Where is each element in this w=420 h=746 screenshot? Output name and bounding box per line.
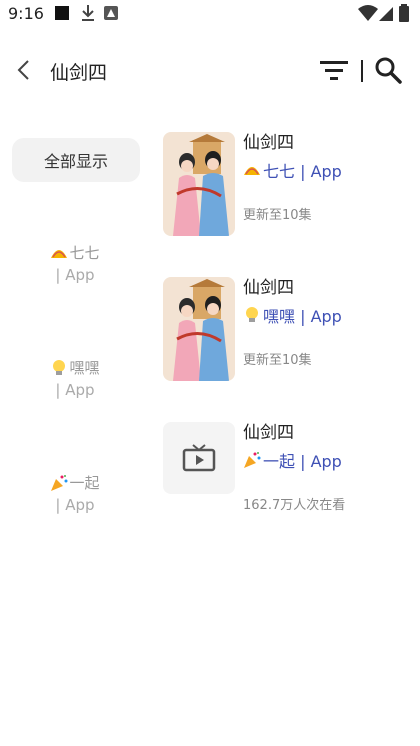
result-title: 仙剑四 [243, 278, 294, 298]
status-time: 9:16 [8, 4, 44, 23]
source-name: 七七 [69, 244, 100, 262]
wifi-icon [358, 5, 378, 21]
show-all-chip[interactable]: 全部显示 [12, 138, 140, 182]
filter-icon [320, 61, 348, 80]
back-button[interactable] [10, 56, 38, 84]
toolbar-divider [361, 60, 363, 82]
bulb-emoji [246, 307, 258, 322]
tv-placeholder-icon [182, 444, 216, 472]
result-card[interactable]: 仙剑四 一起 | App 162.7万人次在看 [163, 422, 413, 526]
result-card[interactable]: 仙剑四 七七 | App 更新至10集 [163, 132, 413, 236]
drama-poster [163, 277, 235, 381]
result-source-text: 一起 | App [263, 452, 342, 471]
source-item-heihei[interactable]: 嘿嘿 | App [0, 357, 150, 401]
taco-emoji [51, 250, 68, 258]
search-icon [375, 57, 402, 84]
source-name-row: 嘿嘿 [0, 357, 150, 379]
source-name-row: 七七 [0, 242, 150, 264]
search-button[interactable] [372, 55, 404, 85]
status-bar: 9:16 [0, 0, 420, 28]
result-source: 七七 | App [243, 158, 342, 182]
source-name: 嘿嘿 [69, 359, 100, 377]
result-meta: 更新至10集 [243, 208, 312, 223]
poster-placeholder [163, 422, 235, 494]
battery-icon [399, 4, 409, 22]
party-popper-emoji [244, 452, 261, 468]
source-item-qiqi[interactable]: 七七 | App [0, 242, 150, 286]
source-item-yiqi[interactable]: 一起 | App [0, 472, 150, 516]
result-source-text: 嘿嘿 | App [263, 307, 342, 326]
source-name: 一起 [69, 474, 100, 492]
source-app-label: | App [55, 496, 95, 514]
filter-button[interactable] [318, 56, 350, 84]
taco-emoji [244, 167, 260, 175]
result-title: 仙剑四 [243, 423, 294, 443]
notification-square-icon [55, 6, 69, 20]
result-meta: 更新至10集 [243, 353, 312, 368]
source-app-label: | App [55, 266, 95, 284]
result-meta: 162.7万人次在看 [243, 498, 346, 513]
party-popper-emoji [51, 475, 68, 491]
result-source: 嘿嘿 | App [243, 303, 342, 327]
result-card[interactable]: 仙剑四 嘿嘿 | App 更新至10集 [163, 277, 413, 381]
result-source-text: 七七 | App [263, 162, 342, 181]
drama-poster [163, 132, 235, 236]
image-notification-icon [104, 6, 118, 20]
download-icon [82, 5, 94, 21]
source-name-row: 一起 [0, 472, 150, 494]
signal-icon [379, 7, 393, 21]
source-app-label: | App [55, 381, 95, 399]
result-title: 仙剑四 [243, 133, 294, 153]
top-app-bar: 仙剑四 [0, 46, 420, 94]
bulb-emoji [53, 360, 66, 375]
chevron-left-icon [17, 60, 29, 80]
page-title: 仙剑四 [50, 62, 108, 84]
result-source: 一起 | App [243, 448, 342, 472]
